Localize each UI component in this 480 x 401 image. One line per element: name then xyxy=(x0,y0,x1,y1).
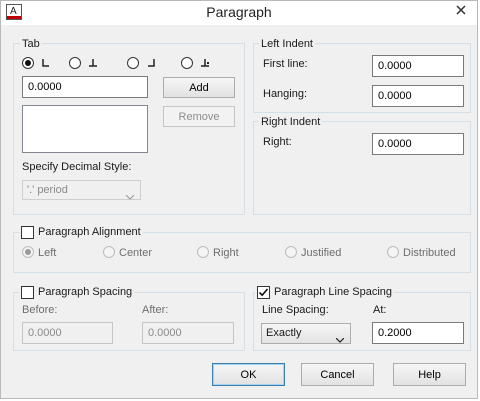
remove-tab-button[interactable]: Remove xyxy=(163,106,235,127)
align-distributed-radio[interactable] xyxy=(387,246,399,258)
line-spacing-value: Exactly xyxy=(266,327,302,339)
tab-position-input[interactable]: 0.0000 xyxy=(22,76,148,98)
close-button[interactable] xyxy=(446,1,476,21)
line-spacing-select[interactable]: Exactly xyxy=(261,323,351,344)
title-bar: A Paragraph xyxy=(1,1,477,25)
spacing-checkbox[interactable] xyxy=(21,285,34,299)
decimal-tab-radio[interactable] xyxy=(181,57,193,69)
align-center-label: Center xyxy=(119,247,153,259)
left-indent-legend: Left Indent xyxy=(259,37,315,51)
line-spacing-type-label: Line Spacing: xyxy=(262,304,329,316)
before-label: Before: xyxy=(22,304,58,316)
line-spacing-legend: Paragraph Line Spacing xyxy=(255,285,395,299)
align-left-label: Left xyxy=(38,247,57,259)
line-spacing-label: Paragraph Line Spacing xyxy=(274,286,393,298)
center-tab-icon xyxy=(88,58,98,68)
align-left-radio[interactable] xyxy=(22,246,34,258)
at-label: At: xyxy=(373,304,387,316)
paragraph-dialog: A Paragraph Tab 0.0000 Add Remove Specif… xyxy=(0,0,478,399)
line-spacing-checkbox[interactable] xyxy=(257,285,270,299)
align-center-radio[interactable] xyxy=(103,246,115,258)
tab-legend: Tab xyxy=(20,37,42,51)
right-indent-legend: Right Indent xyxy=(259,115,323,129)
add-tab-button[interactable]: Add xyxy=(163,77,235,98)
left-tab-icon xyxy=(41,58,51,68)
hanging-input[interactable]: 0.0000 xyxy=(372,85,464,107)
align-right-radio[interactable] xyxy=(197,246,209,258)
alignment-label: Paragraph Alignment xyxy=(38,226,141,238)
align-justified-label: Justified xyxy=(301,247,342,259)
right-indent-input[interactable]: 0.0000 xyxy=(372,133,464,155)
decimal-style-value: '.' period xyxy=(27,184,68,196)
align-justified-radio[interactable] xyxy=(285,246,297,258)
after-input[interactable]: 0.0000 xyxy=(142,322,234,344)
spacing-label: Paragraph Spacing xyxy=(38,286,133,298)
center-tab-radio[interactable] xyxy=(69,57,81,69)
first-line-label: First line: xyxy=(263,58,308,70)
spacing-legend: Paragraph Spacing xyxy=(19,285,135,299)
alignment-checkbox[interactable] xyxy=(21,225,34,239)
at-input[interactable]: 0.2000 xyxy=(372,322,464,344)
right-indent-label: Right: xyxy=(263,136,292,148)
hanging-label: Hanging: xyxy=(263,88,308,100)
decimal-style-label: Specify Decimal Style: xyxy=(22,161,132,173)
left-tab-radio[interactable] xyxy=(22,57,34,69)
ok-button[interactable]: OK xyxy=(212,363,285,386)
right-tab-icon xyxy=(146,58,156,68)
tab-stops-list[interactable] xyxy=(22,105,148,153)
window-title: Paragraph xyxy=(206,4,272,20)
chevron-down-icon xyxy=(335,331,345,343)
align-distributed-label: Distributed xyxy=(403,247,456,259)
decimal-tab-icon xyxy=(200,58,210,68)
alignment-legend: Paragraph Alignment xyxy=(19,225,143,239)
close-icon xyxy=(456,4,466,18)
align-right-label: Right xyxy=(213,247,239,259)
first-line-input[interactable]: 0.0000 xyxy=(372,55,464,77)
chevron-down-icon xyxy=(125,188,135,200)
after-label: After: xyxy=(142,304,169,316)
cancel-button[interactable]: Cancel xyxy=(301,363,374,386)
before-input[interactable]: 0.0000 xyxy=(22,322,113,344)
help-button[interactable]: Help xyxy=(393,363,466,386)
right-tab-radio[interactable] xyxy=(127,57,139,69)
checkmark-icon xyxy=(258,287,269,296)
decimal-style-select[interactable]: '.' period xyxy=(22,180,141,200)
